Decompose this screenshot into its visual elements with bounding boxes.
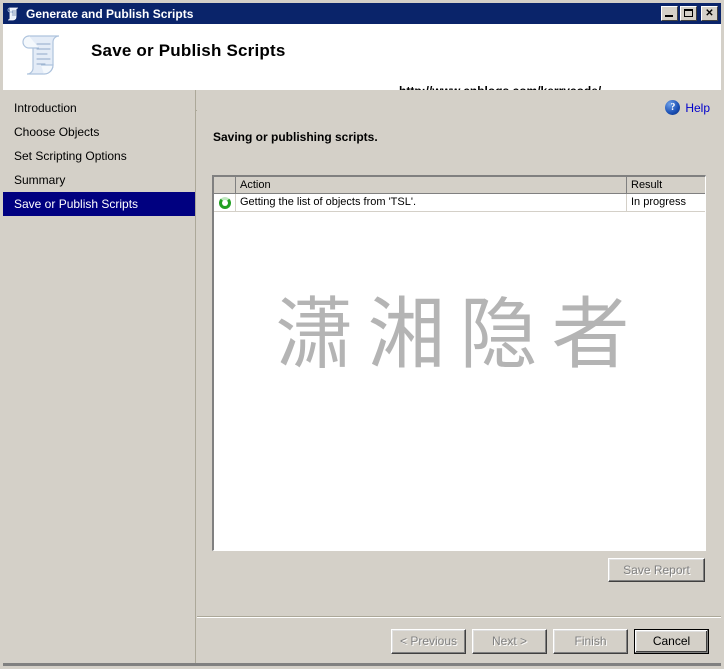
help-label: Help: [685, 101, 710, 115]
sidebar-item-save-or-publish-scripts[interactable]: Save or Publish Scripts: [3, 192, 195, 216]
help-link[interactable]: ? Help: [665, 100, 710, 115]
wizard-footer: < Previous Next > Finish Cancel: [197, 618, 721, 666]
previous-button[interactable]: < Previous: [391, 629, 466, 654]
sidebar-item-set-scripting-options[interactable]: Set Scripting Options: [3, 144, 195, 168]
grid-header-row: Action Result: [214, 177, 705, 194]
sidebar-item-choose-objects[interactable]: Choose Objects: [3, 120, 195, 144]
row-result-cell: In progress: [627, 194, 705, 211]
page-title: Save or Publish Scripts: [91, 41, 286, 61]
watermark-text: 潇湘隐者: [214, 272, 705, 384]
save-report-button[interactable]: Save Report: [608, 558, 705, 582]
minimize-icon: [665, 15, 673, 17]
sidebar-item-summary[interactable]: Summary: [3, 168, 195, 192]
grid-header-action[interactable]: Action: [236, 177, 627, 193]
wizard-step-list: Introduction Choose Objects Set Scriptin…: [3, 90, 196, 666]
next-button[interactable]: Next >: [472, 629, 547, 654]
grid-header-result[interactable]: Result: [627, 177, 705, 193]
script-scroll-icon: [16, 31, 70, 83]
in-progress-spinner-icon: [219, 197, 231, 209]
minimize-button[interactable]: [661, 6, 678, 21]
script-scroll-icon: [6, 6, 22, 22]
sidebar-item-introduction[interactable]: Introduction: [3, 96, 195, 120]
content-panel: ? Help Saving or publishing scripts. Act…: [197, 90, 721, 616]
status-heading: Saving or publishing scripts.: [213, 130, 378, 144]
maximize-button[interactable]: [680, 6, 697, 21]
help-question-icon: ?: [665, 100, 680, 115]
maximize-icon: [684, 9, 693, 17]
finish-button[interactable]: Finish: [553, 629, 628, 654]
action-results-grid: Action Result Getting the list of object…: [212, 175, 706, 551]
wizard-window: Generate and Publish Scripts ✕: [0, 0, 724, 669]
row-status-cell: [214, 194, 236, 211]
cancel-button[interactable]: Cancel: [634, 629, 709, 654]
window-title: Generate and Publish Scripts: [26, 7, 193, 21]
grid-header-icon[interactable]: [214, 177, 236, 193]
close-icon: ✕: [702, 7, 717, 20]
footer-button-group: < Previous Next > Finish Cancel: [391, 629, 709, 654]
close-button[interactable]: ✕: [701, 6, 718, 21]
row-action-cell: Getting the list of objects from 'TSL'.: [236, 194, 627, 211]
wizard-header: Save or Publish Scripts http://www.cnblo…: [3, 24, 721, 90]
title-bar: Generate and Publish Scripts ✕: [3, 3, 721, 24]
table-row[interactable]: Getting the list of objects from 'TSL'. …: [214, 194, 705, 212]
window-controls: ✕: [661, 6, 718, 21]
